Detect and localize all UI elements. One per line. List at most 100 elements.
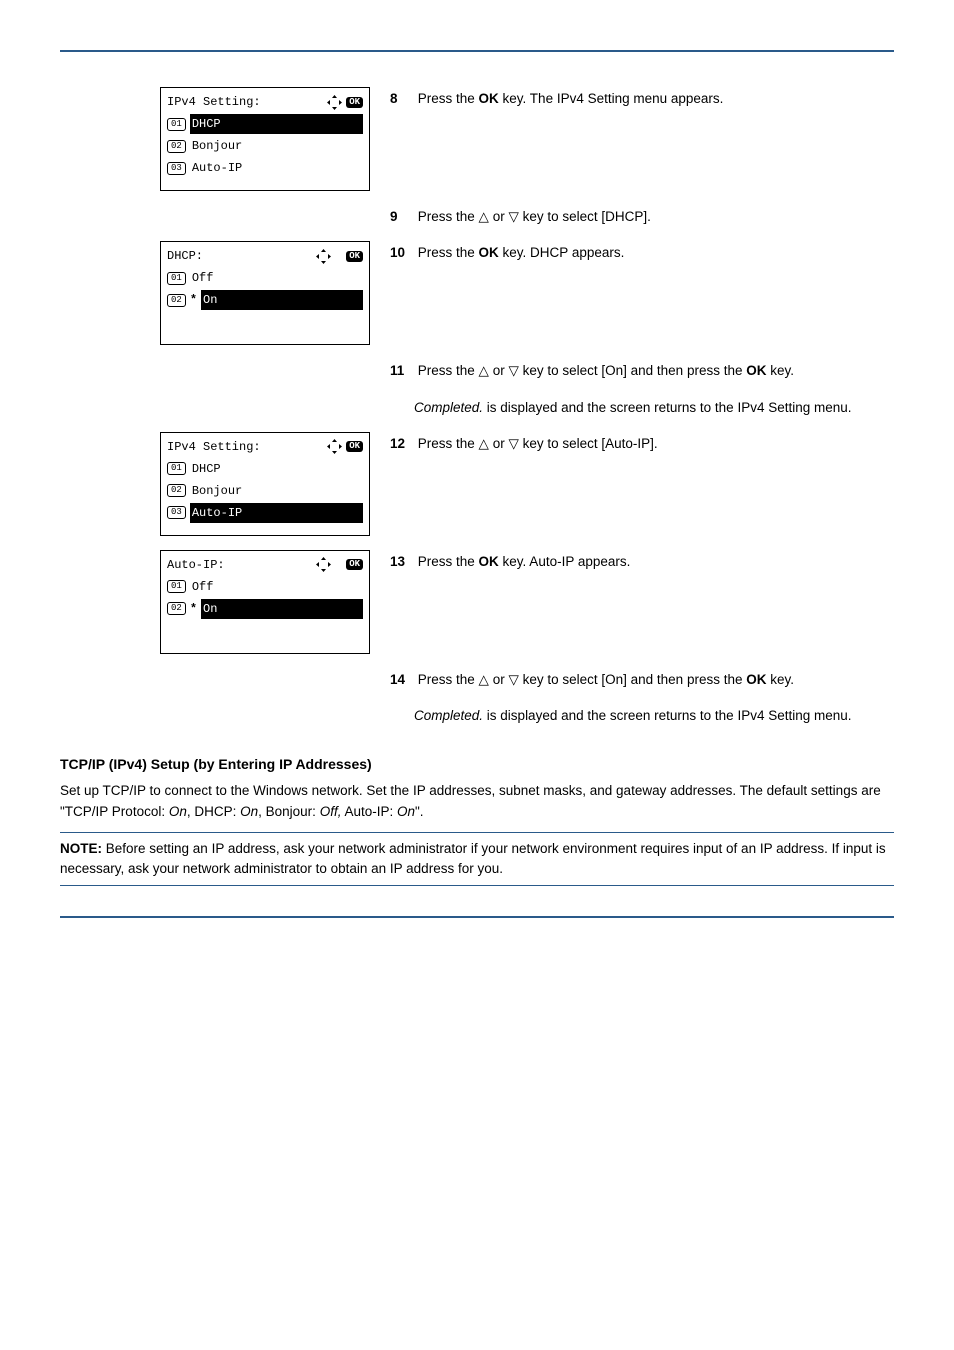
section-text: ".	[415, 804, 424, 819]
check-icon: *	[190, 291, 197, 309]
note-label: NOTE:	[60, 841, 102, 856]
step-13-text: 13 Press the OK key. Auto-IP appears.	[370, 550, 894, 644]
step-14-text: 14 Press the △ or ▽ key to select [On] a…	[370, 668, 894, 690]
nav-arrows-icon	[327, 95, 342, 110]
step-14b-text: Completed. is displayed and the screen r…	[370, 704, 894, 726]
step-text: or	[489, 672, 509, 687]
status-completed: Completed.	[414, 708, 483, 723]
step-11-row: 11 Press the △ or ▽ key to select [On] a…	[60, 359, 894, 381]
step-number: 10	[390, 243, 414, 263]
option-num-icon: 01	[167, 272, 186, 285]
setting-value: On	[397, 804, 415, 819]
step-9-row: 9 Press the △ or ▽ key to select [DHCP].	[60, 205, 894, 227]
step-12-text: 12 Press the △ or ▽ key to select [Auto-…	[370, 432, 894, 454]
step-text: key to select [Auto-IP].	[519, 436, 658, 451]
step-text: key. The IPv4 Setting menu appears.	[499, 91, 724, 106]
step-text: key. DHCP appears.	[499, 245, 625, 260]
lcd-option: DHCP	[190, 459, 363, 479]
step-11b-text: Completed. is displayed and the screen r…	[370, 396, 894, 418]
step-text: key. Auto-IP appears.	[499, 554, 631, 569]
step-text: key to select [DHCP].	[519, 209, 651, 224]
ok-icon: OK	[346, 559, 363, 570]
step-11-text: 11 Press the △ or ▽ key to select [On] a…	[370, 359, 894, 381]
option-num-icon: 02	[167, 602, 186, 615]
key-name: OK	[746, 672, 766, 687]
nav-arrows-icon	[316, 249, 331, 264]
option-num-icon: 02	[167, 294, 186, 307]
step-text: key.	[766, 363, 794, 378]
step-12-row: IPv4 Setting: OK 01 DHCP 02 Bonjour 03 Auto…	[60, 432, 894, 536]
lcd-option: DHCP	[190, 114, 363, 134]
step-text: Press the	[418, 436, 479, 451]
step-text: or	[489, 209, 509, 224]
step-number: 11	[390, 361, 414, 381]
lcd-title: Auto-IP:	[167, 556, 225, 574]
lcd-option: Off	[190, 268, 363, 288]
nav-arrows-icon	[316, 557, 331, 572]
lcd-option: Bonjour	[190, 481, 363, 501]
step-text: key.	[766, 672, 794, 687]
ok-icon: OK	[346, 441, 363, 452]
step-text: or	[489, 363, 509, 378]
lcd-option: Auto-IP	[190, 503, 363, 523]
lcd-ipv4-setting-1: IPv4 Setting: OK 01DHCP 02Bonjour 03Auto…	[160, 87, 370, 191]
step-text: key to select [On] and then press the	[519, 672, 746, 687]
step-8-text: 8 Press the OK key. The IPv4 Setting men…	[370, 87, 894, 109]
lcd-auto-ip: Auto-IP: OK 01 Off 02 *On	[160, 550, 370, 654]
lcd-ipv4-setting-2: IPv4 Setting: OK 01 DHCP 02 Bonjour 03 Auto…	[160, 432, 370, 536]
section-text: , Bonjour:	[258, 804, 320, 819]
step-text: or	[489, 436, 509, 451]
lcd-dhcp: DHCP: OK 01 Off 02 *On	[160, 241, 370, 345]
ok-icon: OK	[346, 251, 363, 262]
option-num-icon: 03	[167, 506, 186, 519]
step-text: key to select [On] and then press the	[519, 363, 746, 378]
step-11-followup: Completed. is displayed and the screen r…	[60, 396, 894, 418]
key-name: OK	[479, 91, 499, 106]
setting-value: On	[169, 804, 187, 819]
step-text: Press the	[418, 91, 479, 106]
step-13-row: Auto-IP: OK 01 Off 02 *On 13 Press the OK …	[60, 550, 894, 654]
nav-arrows-icon	[327, 439, 342, 454]
status-completed: Completed.	[414, 400, 483, 415]
lcd-option: On	[201, 290, 363, 310]
section-body: Set up TCP/IP to connect to the Windows …	[60, 781, 894, 822]
step-text: is displayed and the screen returns to t…	[483, 708, 851, 723]
lcd-title: IPv4 Setting:	[167, 438, 261, 456]
step-text: Press the	[418, 363, 479, 378]
option-num-icon: 02	[167, 484, 186, 497]
key-name: OK	[746, 363, 766, 378]
setting-value: On	[240, 804, 258, 819]
check-icon: *	[190, 600, 197, 618]
option-num-icon: 01	[167, 118, 186, 131]
step-text: Press the	[418, 554, 479, 569]
lcd-option: Off	[190, 577, 363, 597]
section-title: TCP/IP (IPv4) Setup (by Entering IP Addr…	[60, 754, 894, 775]
lcd-option: Bonjour	[190, 136, 363, 156]
option-num-icon: 01	[167, 580, 186, 593]
lcd-title: DHCP:	[167, 247, 203, 265]
step-text: is displayed and the screen returns to t…	[483, 400, 851, 415]
step-10-row: DHCP: OK 01 Off 02 *On 10 Press the OK key…	[60, 241, 894, 345]
key-name: OK	[479, 554, 499, 569]
step-10-text: 10 Press the OK key. DHCP appears.	[370, 241, 894, 335]
step-number: 8	[390, 89, 414, 109]
step-text: Press the	[418, 245, 479, 260]
note-text: Before setting an IP address, ask your n…	[60, 841, 886, 876]
step-14-row: 14 Press the △ or ▽ key to select [On] a…	[60, 668, 894, 690]
option-num-icon: 02	[167, 140, 186, 153]
step-number: 14	[390, 670, 414, 690]
setting-value: Off,	[320, 804, 342, 819]
step-8-row: IPv4 Setting: OK 01DHCP 02Bonjour 03Auto…	[60, 87, 894, 191]
lcd-option: Auto-IP	[190, 158, 363, 178]
lcd-title: IPv4 Setting:	[167, 93, 261, 111]
key-name: OK	[479, 245, 499, 260]
lcd-option: On	[201, 599, 363, 619]
section-text: , DHCP:	[187, 804, 240, 819]
step-9-text: 9 Press the △ or ▽ key to select [DHCP].	[370, 205, 894, 227]
section-text: Auto-IP:	[341, 804, 397, 819]
step-text: Press the	[418, 209, 479, 224]
step-number: 12	[390, 434, 414, 454]
option-num-icon: 01	[167, 462, 186, 475]
ok-icon: OK	[346, 97, 363, 108]
note-block: NOTE: Before setting an IP address, ask …	[60, 832, 894, 887]
